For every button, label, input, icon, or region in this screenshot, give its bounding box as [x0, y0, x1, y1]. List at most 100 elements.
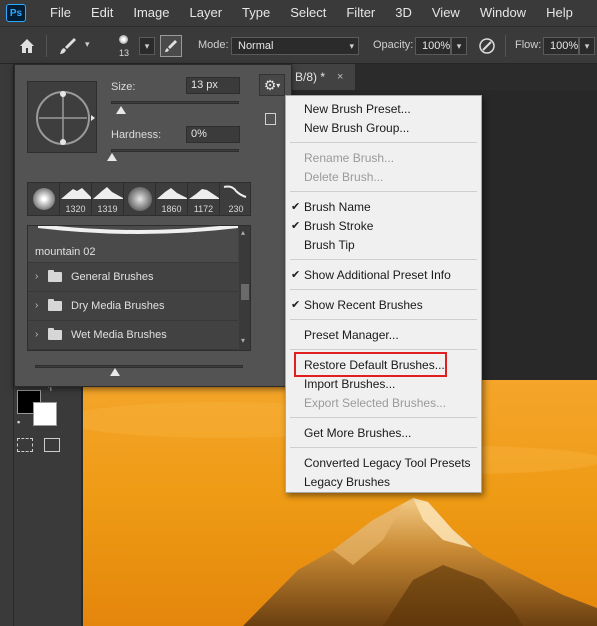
menu-layer[interactable]: Layer: [180, 0, 233, 26]
size-input[interactable]: 13 px: [186, 77, 240, 94]
options-separator: [46, 35, 47, 57]
brush-angle-icon: [36, 91, 95, 145]
menu-separator: [290, 142, 477, 143]
menu-item-preset-manager[interactable]: Preset Manager...: [286, 326, 481, 345]
menu-separator: [290, 289, 477, 290]
flow-dropdown[interactable]: ▾: [579, 37, 595, 55]
recent-brush[interactable]: [124, 183, 156, 215]
menu-select[interactable]: Select: [280, 0, 336, 26]
hardness-slider-thumb[interactable]: [107, 153, 117, 161]
menu-item-brush-tip[interactable]: Brush Tip: [286, 236, 481, 255]
menu-help[interactable]: Help: [536, 0, 583, 26]
list-item-folder[interactable]: › General Brushes: [28, 263, 238, 292]
recent-brush-size: 1320: [65, 204, 86, 214]
checkmark-icon: ✔: [291, 299, 301, 311]
size-label: Size:: [111, 81, 136, 93]
recent-brush[interactable]: 1320: [60, 183, 92, 215]
opacity-dropdown[interactable]: ▾: [451, 37, 467, 55]
brush-options-menu: New Brush Preset... New Brush Group... R…: [285, 95, 482, 493]
brush-picker-dropdown[interactable]: ▾: [139, 37, 155, 55]
chevron-down-icon[interactable]: ▾: [85, 39, 90, 50]
recent-brush[interactable]: [28, 183, 60, 215]
menu-item-show-additional-preset-info[interactable]: ✔ Show Additional Preset Info: [286, 266, 481, 285]
tools-panel-lower: ▪ ↰: [14, 370, 81, 626]
menu-item-show-recent-brushes[interactable]: ✔ Show Recent Brushes: [286, 296, 481, 315]
brush-size-picker[interactable]: 13: [113, 33, 135, 59]
selected-brush-name: mountain 02: [35, 246, 96, 258]
chevron-right-icon[interactable]: ›: [35, 329, 38, 340]
flow-value: 100%: [550, 40, 579, 52]
checkmark-icon: ✔: [291, 220, 301, 232]
flow-input[interactable]: 100%: [543, 37, 579, 55]
menu-item-new-brush-preset[interactable]: New Brush Preset...: [286, 100, 481, 119]
size-slider-thumb[interactable]: [116, 106, 126, 114]
menu-filter[interactable]: Filter: [336, 0, 385, 26]
brush-tip-preview[interactable]: [27, 81, 97, 153]
menu-item-brush-stroke[interactable]: ✔ Brush Stroke: [286, 217, 481, 236]
scrollbar-thumb[interactable]: [241, 284, 249, 300]
menu-window[interactable]: Window: [470, 0, 536, 26]
recent-brush[interactable]: 230: [220, 183, 252, 215]
menu-item-legacy-brushes[interactable]: Legacy Brushes: [286, 473, 481, 492]
menu-edit[interactable]: Edit: [81, 0, 123, 26]
document-tab[interactable]: B/8) * ×: [285, 64, 355, 90]
mode-label: Mode:: [198, 39, 229, 51]
brush-tip-icon: [119, 35, 128, 44]
pressure-opacity-icon[interactable]: [477, 36, 497, 56]
recent-brush[interactable]: 1319: [92, 183, 124, 215]
opacity-value: 100%: [422, 40, 451, 52]
document-tab-bar: B/8) * ×: [285, 64, 597, 90]
menu-type[interactable]: Type: [232, 0, 280, 26]
checkmark-icon: ✔: [291, 201, 301, 213]
flow-label: Flow:: [515, 39, 542, 51]
brush-preset-picker: Size: 13 px Hardness: 0% ⚙ ▾ 1320 1319 18…: [14, 64, 292, 387]
recent-brush[interactable]: 1172: [188, 183, 220, 215]
list-item-folder[interactable]: › Dry Media Brushes: [28, 292, 238, 321]
highlight-annotation-box: [294, 352, 447, 377]
size-slider[interactable]: [111, 101, 239, 104]
hardness-input[interactable]: 0%: [186, 126, 240, 143]
menu-item-converted-legacy-tool-presets[interactable]: Converted Legacy Tool Presets: [286, 454, 481, 473]
chevron-right-icon[interactable]: ›: [35, 271, 38, 282]
menu-item-export-selected-brushes: Export Selected Brushes...: [304, 396, 447, 410]
recent-brush-size: 1860: [161, 204, 182, 214]
background-color-swatch[interactable]: [33, 402, 57, 426]
quick-mask-icon[interactable]: [17, 438, 33, 452]
menu-item-brush-name[interactable]: ✔ Brush Name: [286, 198, 481, 217]
menu-item-get-more-brushes[interactable]: Get More Brushes...: [286, 424, 481, 443]
list-item-selected-brush[interactable]: mountain 02: [28, 226, 238, 263]
menu-item-import-brushes[interactable]: Import Brushes...: [286, 375, 481, 394]
menu-view[interactable]: View: [422, 0, 470, 26]
opacity-input[interactable]: 100%: [415, 37, 451, 55]
menu-item-rename-brush: Rename Brush...: [304, 151, 395, 165]
menu-separator: [290, 259, 477, 260]
options-bar: ▾ 13 ▾ Mode: Normal ▾ Opacity: 100% ▾ Fl…: [0, 26, 597, 64]
home-icon[interactable]: [17, 36, 37, 56]
chevron-down-icon[interactable]: ▾: [241, 336, 245, 345]
hardness-slider[interactable]: [111, 149, 239, 152]
brush-tool-icon[interactable]: [57, 35, 79, 57]
menu-3d[interactable]: 3D: [385, 0, 422, 26]
menu-item-delete-brush: Delete Brush...: [304, 170, 384, 184]
menu-image[interactable]: Image: [123, 0, 179, 26]
chevron-down-icon: ▾: [349, 41, 354, 51]
gear-icon[interactable]: ⚙ ▾: [259, 74, 285, 96]
recent-brush[interactable]: 1860: [156, 183, 188, 215]
menu-file[interactable]: File: [40, 0, 81, 26]
chevron-up-icon[interactable]: ▴: [241, 228, 245, 237]
new-preset-icon[interactable]: [265, 113, 276, 125]
list-scrollbar[interactable]: ▴ ▾: [239, 226, 250, 350]
close-icon[interactable]: ×: [337, 64, 343, 90]
preview-size-slider-thumb[interactable]: [110, 368, 120, 376]
brush-settings-panel-icon[interactable]: [160, 35, 182, 57]
screen-mode-icon[interactable]: [44, 438, 60, 452]
checkmark-icon: ✔: [291, 269, 301, 281]
list-item-folder[interactable]: › Wet Media Brushes: [28, 321, 238, 350]
chevron-right-icon[interactable]: ›: [35, 300, 38, 311]
menu-item-new-brush-group[interactable]: New Brush Group...: [286, 119, 481, 138]
preview-size-slider[interactable]: [35, 365, 243, 368]
default-colors-icon[interactable]: ▪: [17, 417, 20, 427]
document-tab-title: B/8) *: [295, 70, 326, 84]
tools-panel: [0, 64, 14, 626]
mode-select[interactable]: Normal ▾: [231, 37, 359, 55]
